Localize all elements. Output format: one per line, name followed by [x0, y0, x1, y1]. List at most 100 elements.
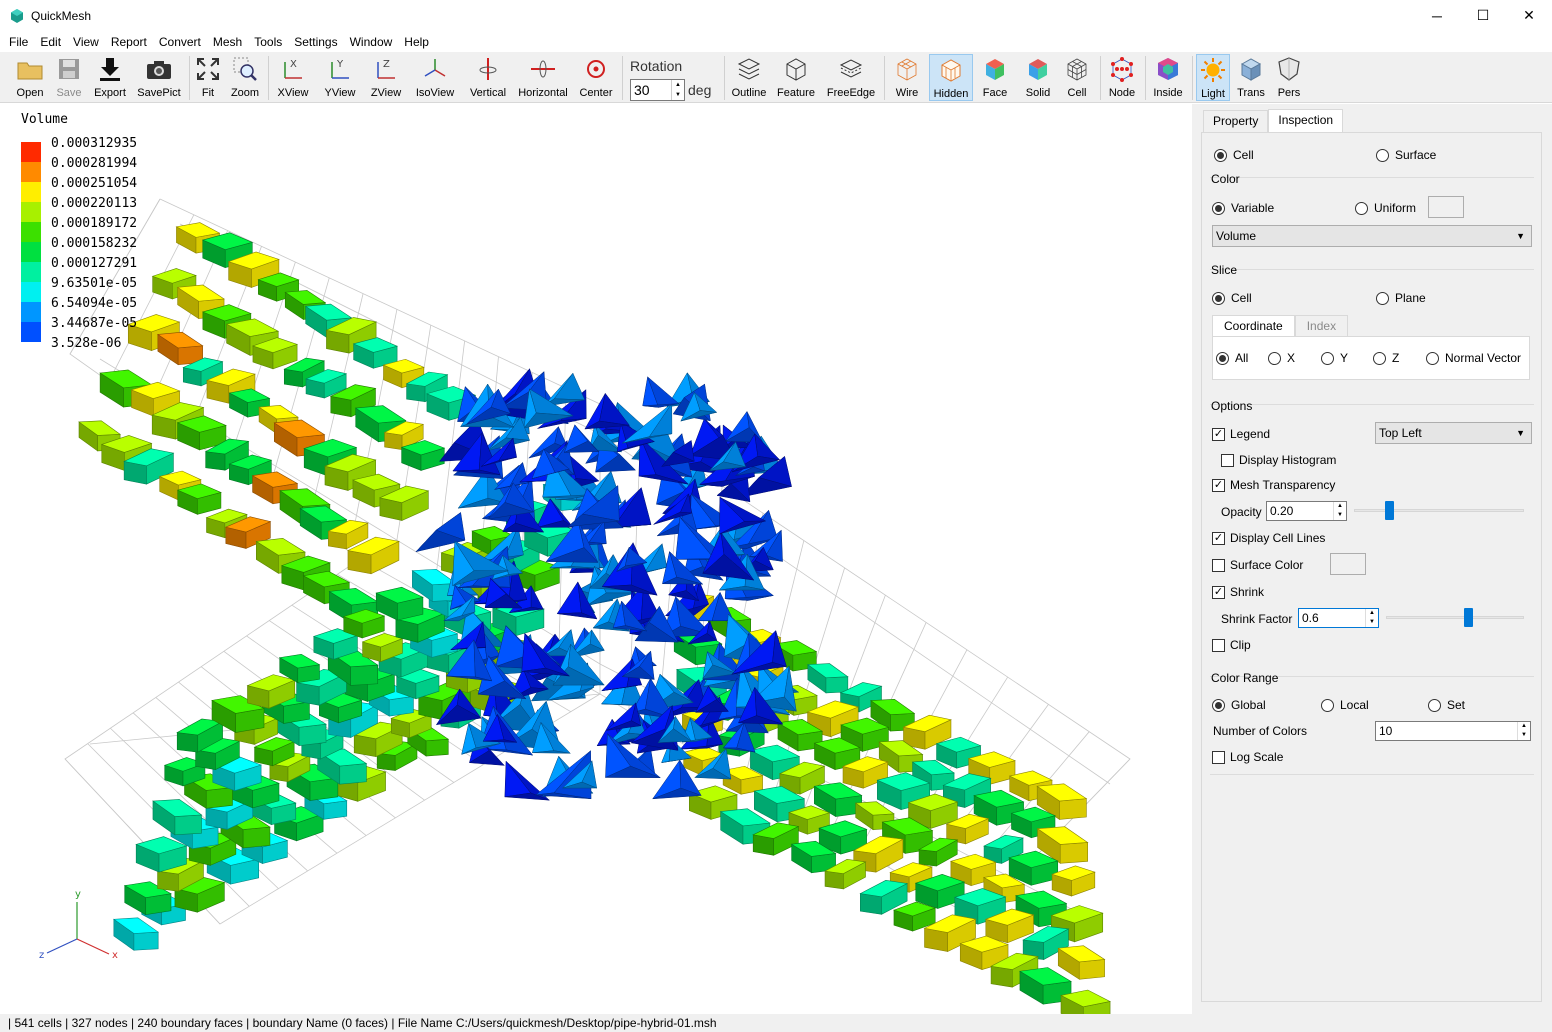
hidden-button[interactable]: Hidden	[929, 54, 973, 101]
open-button[interactable]: Open	[12, 54, 48, 101]
menu-window[interactable]: Window	[345, 35, 398, 49]
range-set-radio[interactable]: Set	[1428, 698, 1465, 712]
slice-cell-radio[interactable]: Cell	[1212, 291, 1252, 305]
color-range-section-title: Color Range	[1211, 671, 1279, 685]
zoom-button[interactable]: Zoom	[228, 54, 262, 101]
center-button[interactable]: Center	[576, 54, 616, 101]
menu-tools[interactable]: Tools	[249, 35, 287, 49]
horizontal-button[interactable]: Horizontal	[516, 54, 570, 101]
surface-color-button[interactable]	[1330, 553, 1366, 575]
menu-view[interactable]: View	[68, 35, 104, 49]
window-title: QuickMesh	[31, 8, 92, 23]
close-button[interactable]: ✕	[1506, 0, 1552, 31]
wire-button[interactable]: Wire	[890, 54, 924, 101]
legend-value: 0.000312935	[51, 136, 138, 151]
mesh-transparency-checkbox[interactable]: ✓ Mesh Transparency	[1212, 478, 1335, 492]
isoview-button[interactable]: IsoView	[412, 54, 458, 101]
shrink-checkbox[interactable]: ✓ Shrink	[1212, 585, 1264, 599]
range-local-radio[interactable]: Local	[1321, 698, 1369, 712]
minimize-button[interactable]: ─	[1414, 0, 1460, 31]
menu-edit[interactable]: Edit	[35, 35, 66, 49]
light-button[interactable]: Light	[1196, 54, 1230, 101]
zview-button[interactable]: Z ZView	[366, 54, 406, 101]
menu-report[interactable]: Report	[106, 35, 152, 49]
export-button[interactable]: Export	[91, 54, 129, 101]
clip-checkbox[interactable]: Clip	[1212, 638, 1251, 652]
menu-help[interactable]: Help	[399, 35, 434, 49]
pers-button[interactable]: Pers	[1272, 54, 1306, 101]
color-variable-radio[interactable]: Variable	[1212, 201, 1274, 215]
legend-swatch	[21, 162, 41, 182]
rotation-input[interactable]: 30 ▲ ▼	[630, 79, 685, 101]
log-scale-checkbox[interactable]: Log Scale	[1212, 750, 1283, 764]
trans-button[interactable]: Trans	[1234, 54, 1268, 101]
3d-viewport[interactable]: Volume 0.000312935 0.000281994 0.000251054…	[0, 104, 1192, 1014]
hidden-label: Hidden	[933, 88, 969, 100]
horizontal-label: Horizontal	[518, 87, 568, 99]
uniform-color-button[interactable]	[1428, 196, 1464, 218]
display-histogram-checkbox[interactable]: Display Histogram	[1221, 453, 1336, 467]
shrink-slider-track[interactable]	[1386, 616, 1524, 619]
surface-color-checkbox[interactable]: Surface Color	[1212, 558, 1303, 572]
subtab-index[interactable]: Index	[1294, 315, 1349, 336]
opacity-spinner[interactable]: ▲ ▼	[1333, 502, 1346, 520]
color-uniform-radio[interactable]: Uniform	[1355, 201, 1416, 215]
menu-settings[interactable]: Settings	[289, 35, 342, 49]
menu-mesh[interactable]: Mesh	[208, 35, 247, 49]
display-cell-lines-checkbox[interactable]: ✓ Display Cell Lines	[1212, 531, 1325, 545]
legend-position-select[interactable]: Top Left ▼	[1375, 422, 1532, 444]
slice-y-radio[interactable]: Y	[1321, 351, 1348, 365]
solid-button[interactable]: Solid	[1020, 54, 1056, 101]
legend-checkbox[interactable]: ✓ Legend	[1212, 427, 1270, 441]
save-button[interactable]: Save	[52, 54, 86, 101]
shrink-factor-input[interactable]: 0.6 ▲ ▼	[1298, 608, 1379, 628]
mode-surface-radio[interactable]: Surface	[1376, 148, 1436, 162]
mesh-render[interactable]	[0, 104, 1192, 1014]
color-variable-select[interactable]: Volume ▼	[1212, 225, 1532, 247]
node-button[interactable]: Node	[1105, 54, 1139, 101]
mode-cell-radio[interactable]: Cell	[1214, 148, 1254, 162]
mesh-cell	[806, 663, 849, 694]
sun-icon	[1198, 55, 1228, 85]
slice-x-radio[interactable]: X	[1268, 351, 1295, 365]
rotation-spinner[interactable]: ▲ ▼	[671, 80, 684, 100]
menu-convert[interactable]: Convert	[154, 35, 206, 49]
cell-button[interactable]: Cell	[1062, 54, 1092, 101]
mesh-cell	[1051, 865, 1096, 897]
tab-property[interactable]: Property	[1203, 110, 1269, 132]
opacity-slider-track[interactable]	[1354, 509, 1524, 512]
shrink-factor-spinner[interactable]: ▲ ▼	[1365, 609, 1378, 627]
maximize-button[interactable]: ☐	[1460, 0, 1506, 31]
outline-button[interactable]: Outline	[730, 54, 768, 101]
shrink-slider-thumb[interactable]	[1464, 608, 1473, 627]
inside-label: Inside	[1153, 87, 1183, 99]
mesh-cell-face	[860, 893, 882, 915]
slice-plane-radio[interactable]: Plane	[1376, 291, 1426, 305]
radio-indicator	[1321, 351, 1334, 365]
tab-inspection[interactable]: Inspection	[1268, 109, 1344, 132]
inside-button[interactable]: Inside	[1150, 54, 1186, 101]
fit-button[interactable]: Fit	[194, 54, 222, 101]
freeedge-button[interactable]: FreeEdge	[824, 54, 878, 101]
num-colors-spinner[interactable]: ▲ ▼	[1517, 722, 1530, 740]
slice-normal-vector-radio[interactable]: Normal Vector	[1426, 351, 1521, 365]
xview-button[interactable]: X XView	[274, 54, 312, 101]
mesh-cell-face	[205, 451, 226, 471]
num-colors-input[interactable]: 10 ▲ ▼	[1375, 721, 1531, 741]
menu-file[interactable]: File	[4, 35, 33, 49]
svg-text:Z: Z	[383, 59, 390, 70]
savepict-button[interactable]: SavePict	[136, 54, 182, 101]
dropdown-arrow-icon: ▼	[1516, 231, 1525, 241]
yview-button[interactable]: Y YView	[320, 54, 360, 101]
mesh-cell-face	[918, 849, 937, 867]
opacity-input[interactable]: 0.20 ▲ ▼	[1266, 501, 1347, 521]
opacity-slider-thumb[interactable]	[1385, 501, 1394, 520]
face-button[interactable]: Face	[978, 54, 1012, 101]
slice-z-radio[interactable]: Z	[1373, 351, 1399, 365]
slice-all-radio[interactable]: All	[1216, 351, 1248, 365]
panel-tabs: Property Inspection	[1203, 109, 1344, 132]
range-global-radio[interactable]: Global	[1212, 698, 1266, 712]
feature-button[interactable]: Feature	[776, 54, 816, 101]
subtab-coordinate[interactable]: Coordinate	[1212, 315, 1295, 336]
vertical-button[interactable]: Vertical	[466, 54, 510, 101]
